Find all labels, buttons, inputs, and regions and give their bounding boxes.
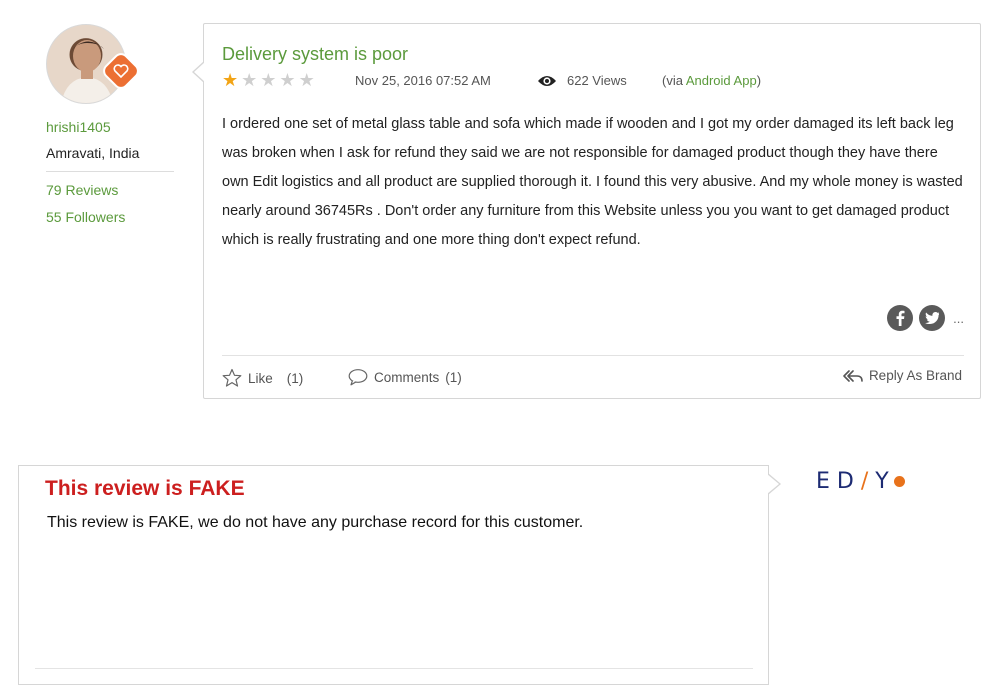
- brand-logo-e: ED: [816, 468, 861, 494]
- star-icon: ★: [279, 70, 296, 90]
- reviewer-avatar[interactable]: [46, 24, 140, 104]
- star-icon: ★: [260, 70, 277, 90]
- review-body: I ordered one set of metal glass table a…: [222, 116, 963, 248]
- response-divider: [35, 668, 753, 669]
- like-count: (1): [286, 370, 304, 386]
- card-pointer-fill: [194, 62, 205, 82]
- response-pointer-fill: [767, 474, 779, 494]
- reviewer-reviews-link[interactable]: 79 Reviews: [46, 182, 118, 198]
- speech-bubble-icon: [348, 369, 368, 386]
- reviewer-username[interactable]: hrishi1405: [46, 119, 111, 135]
- share-row: ...: [887, 305, 964, 331]
- star-icon: ★: [241, 70, 258, 90]
- reply-as-brand-button[interactable]: Reply As Brand: [843, 368, 962, 383]
- comments-button[interactable]: Comments (1): [348, 368, 462, 386]
- star-rating: ★ ★ ★ ★ ★: [222, 71, 315, 89]
- more-share-options[interactable]: ...: [953, 311, 964, 326]
- via-prefix: (via: [662, 73, 686, 88]
- reply-all-icon: [843, 369, 863, 382]
- comments-count: (1): [445, 369, 462, 385]
- review-title[interactable]: Delivery system is poor: [222, 44, 408, 65]
- brand-response-card: This review is FAKE This review is FAKE,…: [18, 465, 781, 685]
- like-button[interactable]: Like (1): [222, 368, 303, 388]
- star-outline-icon: [222, 368, 242, 387]
- reply-label: Reply As Brand: [868, 368, 962, 383]
- like-label: Like: [248, 370, 273, 386]
- brand-logo: ED / Y: [816, 466, 905, 496]
- review-date: Nov 25, 2016 07:52 AM: [355, 73, 491, 88]
- star-icon: ★: [222, 70, 239, 90]
- facebook-icon[interactable]: [887, 305, 914, 331]
- twitter-icon[interactable]: [919, 305, 946, 331]
- via-app: Android App: [685, 73, 757, 88]
- brand-logo-y: Y: [875, 468, 896, 494]
- sidebar-divider: [46, 171, 174, 172]
- response-title: This review is FAKE: [45, 477, 245, 500]
- via-suffix: ): [756, 73, 762, 88]
- review-card: Delivery system is poor ★ ★ ★ ★ ★ Nov 25, 20…: [192, 23, 981, 399]
- brand-logo-slash: /: [860, 468, 876, 494]
- brand-logo-dot: [893, 475, 905, 487]
- response-body: This review is FAKE, we do not have any …: [47, 514, 584, 531]
- eye-icon: [537, 74, 557, 93]
- reviewer-followers-link[interactable]: 55 Followers: [46, 209, 125, 225]
- view-count: 622 Views: [567, 73, 627, 88]
- reviewer-location: Amravati, India: [46, 145, 140, 161]
- card-divider: [222, 355, 964, 356]
- comments-label: Comments: [374, 369, 440, 385]
- posted-via: (via Android App): [662, 73, 761, 88]
- star-icon: ★: [298, 70, 315, 90]
